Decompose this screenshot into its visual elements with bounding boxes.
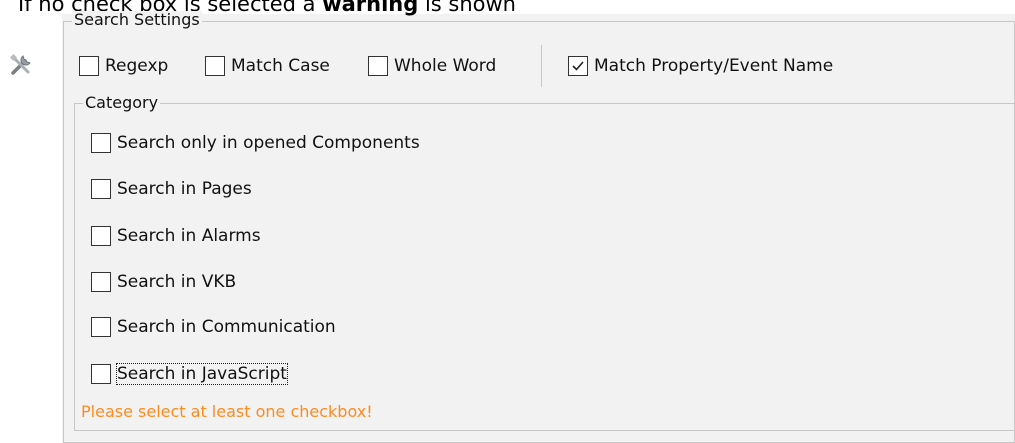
whole-word-label: Whole Word [394,56,497,76]
left-toolbar-strip [0,14,62,443]
vkb-label: Search in VKB [117,272,237,292]
communication-label: Search in Communication [117,317,336,337]
checkmark-icon [572,61,584,71]
opened-components-label: Search only in opened Components [117,133,420,153]
whole-word-checkbox[interactable] [368,56,388,76]
match-property-event-name-checkbox[interactable] [568,56,588,76]
category-legend: Category [83,93,161,112]
category-option-communication[interactable]: Search in Communication [91,317,336,337]
regexp-option[interactable]: Regexp [79,56,168,76]
category-option-opened-components[interactable]: Search only in opened Components [91,133,420,153]
category-option-javascript[interactable]: Search in JavaScript [91,363,288,385]
whole-word-option[interactable]: Whole Word [368,56,496,76]
match-case-checkbox[interactable] [205,56,225,76]
javascript-checkbox[interactable] [91,364,111,384]
validation-warning: Please select at least one checkbox! [81,402,373,421]
caption-text-bold: warning [322,0,419,16]
category-option-alarms[interactable]: Search in Alarms [91,226,261,246]
communication-checkbox[interactable] [91,317,111,337]
match-case-label: Match Case [231,56,330,76]
pages-checkbox[interactable] [91,179,111,199]
vkb-checkbox[interactable] [91,272,111,292]
options-divider [541,45,542,87]
match-case-option[interactable]: Match Case [205,56,330,76]
regexp-checkbox[interactable] [79,56,99,76]
alarms-checkbox[interactable] [91,226,111,246]
tools-icon [8,52,34,78]
opened-components-checkbox[interactable] [91,133,111,153]
regexp-label: Regexp [105,56,169,76]
match-property-event-name-label: Match Property/Event Name [594,56,834,76]
category-option-vkb[interactable]: Search in VKB [91,272,236,292]
pages-label: Search in Pages [117,179,252,199]
javascript-label: Search in JavaScript [116,363,288,385]
category-option-pages[interactable]: Search in Pages [91,179,252,199]
alarms-label: Search in Alarms [117,226,261,246]
match-property-event-name-option[interactable]: Match Property/Event Name [568,56,833,76]
search-settings-legend: Search Settings [72,10,202,29]
caption-text-b: is shown [418,0,516,16]
